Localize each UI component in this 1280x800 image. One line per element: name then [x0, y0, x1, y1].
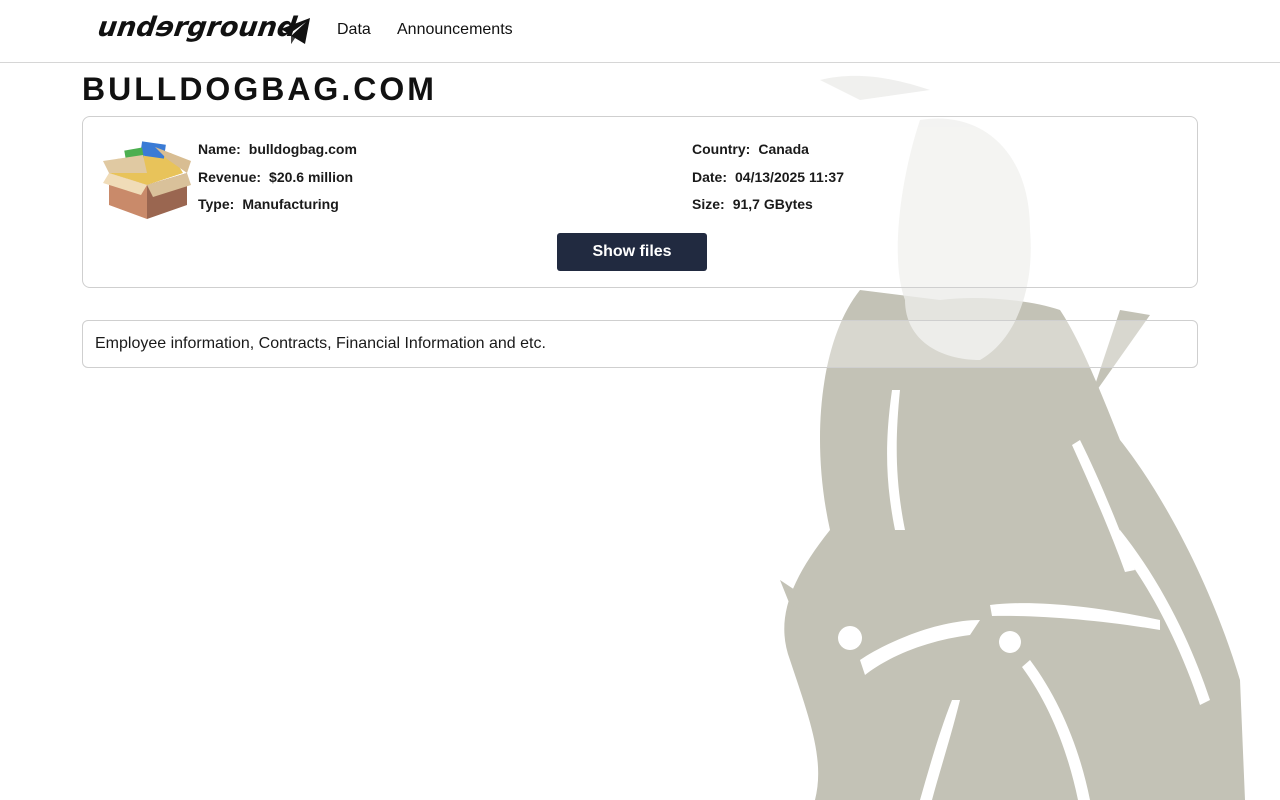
field-revenue-label: Revenue:	[198, 169, 262, 185]
field-size: Size: 91,7 GBytes	[692, 196, 813, 212]
field-name-label: Name:	[198, 141, 241, 157]
field-country-value: Canada	[758, 141, 809, 157]
field-type-value: Manufacturing	[242, 196, 339, 212]
field-date-label: Date:	[692, 169, 728, 185]
field-type-label: Type:	[198, 196, 235, 212]
field-revenue: Revenue: $20.6 million	[198, 169, 353, 185]
field-name: Name: bulldogbag.com	[198, 141, 357, 157]
page-title: BULLDOGBAG.COM	[82, 71, 437, 107]
field-country: Country: Canada	[692, 141, 809, 157]
package-box-icon	[103, 141, 191, 219]
field-date-value: 04/13/2025 11:37	[735, 169, 845, 185]
nav-link-announcements[interactable]: Announcements	[397, 21, 513, 39]
field-name-value: bulldogbag.com	[248, 141, 357, 157]
field-type: Type: Manufacturing	[198, 196, 339, 212]
top-navigation-bar: undɘrground Data Announcements	[0, 0, 1280, 63]
show-files-button[interactable]: Show files	[557, 233, 707, 271]
site-logo[interactable]: undɘrground	[96, 12, 299, 43]
company-info-card: Name: bulldogbag.com Revenue: $20.6 millio…	[82, 116, 1198, 288]
field-size-label: Size:	[692, 196, 725, 212]
nav-link-data[interactable]: Data	[337, 21, 371, 39]
field-size-value: 91,7 GBytes	[732, 196, 813, 212]
field-country-label: Country:	[692, 141, 751, 157]
telegram-icon[interactable]	[280, 16, 312, 46]
field-date: Date: 04/13/2025 11:37	[692, 169, 844, 185]
description-box: Employee information, Contracts, Financi…	[82, 320, 1198, 368]
description-text: Employee information, Contracts, Financi…	[95, 335, 546, 352]
field-revenue-value: $20.6 million	[269, 169, 354, 185]
